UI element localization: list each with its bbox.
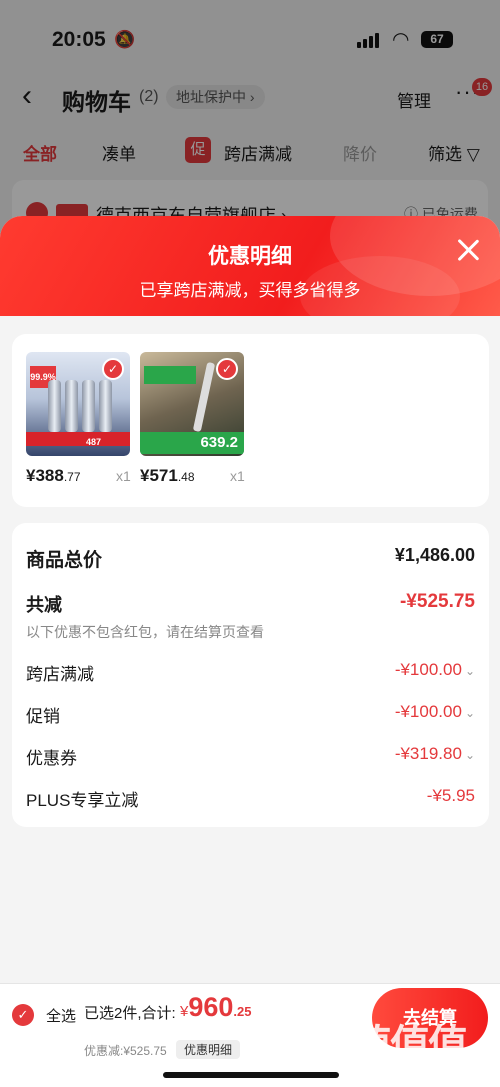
discount-amount: -¥100.00: [394, 702, 462, 721]
tab-cross-store[interactable]: 跨店满减: [224, 140, 292, 165]
selected-total: ¥960.25: [180, 992, 251, 1023]
status-bar: 20:05 🔕 ◠ 67: [0, 0, 500, 70]
discount-label: 优惠券: [26, 749, 77, 768]
sheet-title: 优惠明细: [208, 245, 292, 268]
discount-label: 促销: [26, 707, 60, 726]
product-price-cents: .48: [177, 470, 195, 484]
discount-summary: 优惠减:¥525.75: [84, 1044, 167, 1058]
cart-count: (2): [139, 88, 159, 105]
close-icon[interactable]: [454, 236, 482, 264]
total-discount-value: -¥525.75: [399, 591, 475, 612]
selected-summary: 已选2件,合计:: [84, 1005, 176, 1022]
discount-value: -¥100.00 ⌄: [395, 660, 475, 680]
product-image-water-filter: 99.9% 487 ✓: [26, 352, 130, 456]
page-title: 购物车: [62, 89, 131, 115]
discount-note-text: 以下优惠不包含红包，请在结算页查看: [26, 624, 264, 640]
product-price: ¥388.77: [26, 466, 81, 486]
nav-bar: ‹ 购物车 (2) 地址保护中 › 管理 ··· 16: [0, 75, 500, 121]
filter-tabs: 全部 凑单 促 跨店满减 降价 筛选 ▽: [0, 137, 500, 167]
chevron-down-icon: ⌄: [464, 748, 475, 762]
checkmark-icon: ✓: [102, 358, 124, 380]
product-band-value: 487: [86, 437, 102, 447]
total-price-label: 商品总价: [26, 550, 103, 571]
cart-page-background: 20:05 🔕 ◠ 67 ‹ 购物车 (2) 地址保护中 › 管理 ··· 16…: [0, 0, 500, 240]
watermark-url: zhizhizhi.com: [358, 1058, 443, 1074]
discount-amount: -¥319.80: [394, 744, 462, 763]
address-protect-chip[interactable]: 地址保护中 ›: [166, 85, 265, 109]
discount-detail-button[interactable]: 优惠明细: [176, 1040, 241, 1059]
product-item[interactable]: 639.2 ✓ ¥571.48 x1: [140, 352, 245, 485]
product-price-band: 639.2: [140, 432, 244, 454]
filter-button[interactable]: 筛选 ▽: [428, 140, 480, 165]
checkmark-icon: ✓: [216, 358, 238, 380]
discount-detail-sheet: 优惠明细 已享跨店满减，买得多省得多 99.9% 487 ✓ ¥388.77 x…: [0, 216, 500, 1087]
tab-collect[interactable]: 凑单: [102, 140, 136, 165]
discount-amount: -¥5.95: [426, 786, 475, 805]
watermark-logo: 值值值 zhizhizhi.com: [352, 1012, 492, 1082]
total-discount-label: 共减: [26, 595, 62, 615]
products-card: 99.9% 487 ✓ ¥388.77 x1 639.2 ✓ ¥571.48 x…: [12, 334, 489, 507]
manage-button[interactable]: 管理: [397, 87, 431, 112]
select-all-check-icon[interactable]: ✓: [12, 1004, 34, 1026]
tab-price-drop[interactable]: 降价: [343, 140, 377, 165]
discount-label: 跨店满减: [26, 665, 94, 684]
total-cents: .25: [233, 1004, 252, 1019]
discount-value: -¥319.80 ⌄: [395, 744, 475, 764]
signal-icon: [357, 33, 379, 48]
tab-all[interactable]: 全部: [23, 140, 57, 165]
product-price-main: ¥571: [140, 466, 178, 485]
total-main: 960: [188, 992, 234, 1022]
discount-value: -¥100.00 ⌄: [395, 702, 475, 722]
bell-muted-icon: 🔕: [114, 30, 136, 49]
floor-washer-graphic: [192, 361, 216, 433]
status-time: 20:05: [52, 28, 106, 51]
message-badge: 16: [472, 78, 492, 96]
product-tag: [144, 366, 196, 384]
filter-pipes-graphic: [48, 380, 112, 432]
discount-label: PLUS专享立减: [26, 791, 139, 810]
price-summary-card: 商品总价 ¥1,486.00 共减 -¥525.75 以下优惠不包含红包，请在结…: [12, 523, 489, 827]
back-icon[interactable]: ‹: [22, 81, 32, 111]
product-price: ¥571.48: [140, 466, 195, 486]
filter-label: 筛选: [428, 145, 462, 164]
wifi-icon: ◠: [392, 29, 410, 51]
product-price-main: ¥388: [26, 466, 64, 485]
product-quantity: x1: [116, 468, 131, 484]
product-price-band: 487: [26, 432, 130, 447]
sheet-header: 优惠明细 已享跨店满减，买得多省得多: [0, 216, 500, 336]
chevron-down-icon: ⌄: [464, 664, 475, 678]
product-price-cents: .77: [63, 470, 81, 484]
discount-amount: -¥100.00: [394, 660, 462, 679]
product-item[interactable]: 99.9% 487 ✓ ¥388.77 x1: [26, 352, 131, 485]
sheet-subtitle: 已享跨店满减，买得多省得多: [139, 281, 361, 300]
chevron-down-icon: ⌄: [464, 706, 475, 720]
battery-icon: 67: [421, 31, 453, 48]
promo-tag-icon: 促: [185, 137, 211, 163]
select-all-label[interactable]: 全选: [46, 1005, 76, 1026]
product-quantity: x1: [230, 468, 245, 484]
total-price-value: ¥1,486.00: [394, 545, 475, 565]
home-indicator[interactable]: [163, 1072, 339, 1078]
product-image-floor-washer: 639.2 ✓: [140, 352, 244, 456]
